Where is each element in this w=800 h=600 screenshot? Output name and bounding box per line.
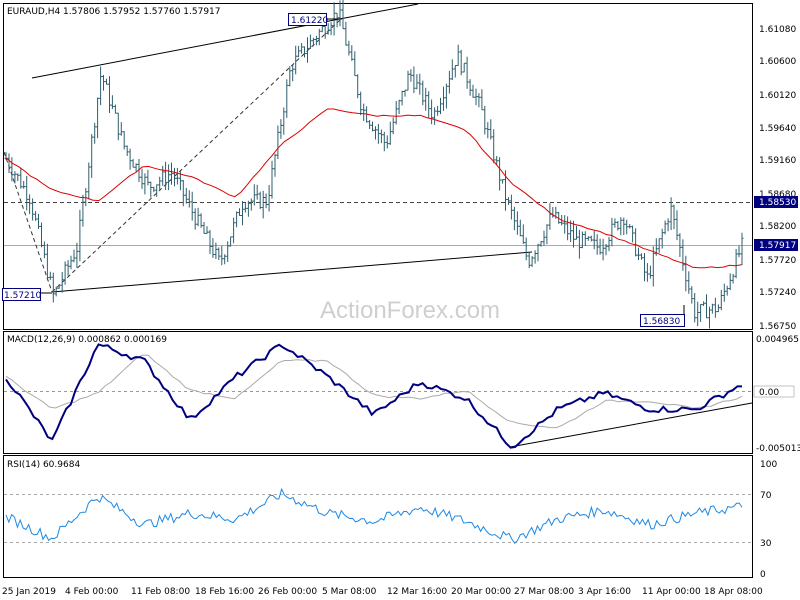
time-tick: 4 Feb 00:00 — [65, 587, 119, 597]
current-price-value: 1.57917 — [759, 241, 796, 251]
price-tick: 1.59160 — [759, 156, 796, 166]
price-panel — [3, 3, 753, 330]
time-tick: 11 Feb 08:00 — [131, 587, 190, 597]
macd-panel — [3, 331, 753, 454]
symbol-header: EURAUD,H4 1.57806 1.57952 1.57760 1.5791… — [7, 7, 221, 17]
price-tick: 1.57240 — [759, 288, 796, 298]
forex-chart: ActionForex.com EURAUD,H4 1.57806 1.5795… — [2, 0, 800, 597]
time-tick: 18 Feb 16:00 — [195, 587, 254, 597]
rsi-title: RSI(14) 60.9684 — [7, 460, 80, 470]
time-axis: 25 Jan 2019 4 Feb 00:00 11 Feb 08:00 18 … — [2, 587, 763, 597]
time-tick: 5 Mar 08:00 — [322, 587, 377, 597]
low-left-value: 1.57210 — [4, 291, 41, 301]
macd-title: MACD(12,26,9) 0.000862 0.000169 — [7, 335, 167, 345]
price-tick: 1.60120 — [759, 91, 796, 101]
time-tick: 20 Mar 00:00 — [451, 587, 511, 597]
time-tick: 3 Apr 16:00 — [578, 587, 631, 597]
price-tick: 1.58200 — [759, 222, 796, 232]
watermark: ActionForex.com — [320, 297, 500, 324]
rsi-tick: 100 — [760, 460, 777, 470]
price-tick: 1.61080 — [759, 25, 796, 35]
price-axis: 1.61080 1.60600 1.60120 1.59640 1.59160 … — [759, 25, 796, 332]
rsi-tick: 70 — [760, 491, 772, 501]
macd-tick: 0.004965 — [756, 335, 799, 345]
resistance-value: 1.58530 — [759, 198, 796, 208]
rsi-tick: 30 — [760, 539, 772, 549]
macd-zero-marker: 0.00 — [753, 385, 795, 398]
time-tick: 25 Jan 2019 — [2, 587, 56, 597]
time-tick: 12 Mar 16:00 — [387, 587, 447, 597]
rsi-panel — [3, 455, 753, 578]
macd-zero-value: 0.00 — [759, 388, 779, 398]
price-tick: 1.56750 — [759, 322, 796, 332]
macd-tick: -0.005013 — [756, 444, 800, 454]
time-tick: 26 Feb 00:00 — [258, 587, 317, 597]
current-price-marker: 1.57917 — [754, 239, 798, 251]
time-tick: 27 Mar 08:00 — [514, 587, 574, 597]
time-tick: 18 Apr 08:00 — [704, 587, 763, 597]
rsi-tick: 0 — [760, 570, 766, 580]
price-tick: 1.59640 — [759, 124, 796, 134]
time-tick: 11 Apr 00:00 — [642, 587, 701, 597]
resistance-marker: 1.58530 — [754, 196, 798, 208]
high-value: 1.61220 — [291, 16, 328, 26]
low-right-value: 1.56830 — [643, 317, 680, 327]
price-tick: 1.57720 — [759, 256, 796, 266]
price-tick: 1.60600 — [759, 57, 796, 67]
